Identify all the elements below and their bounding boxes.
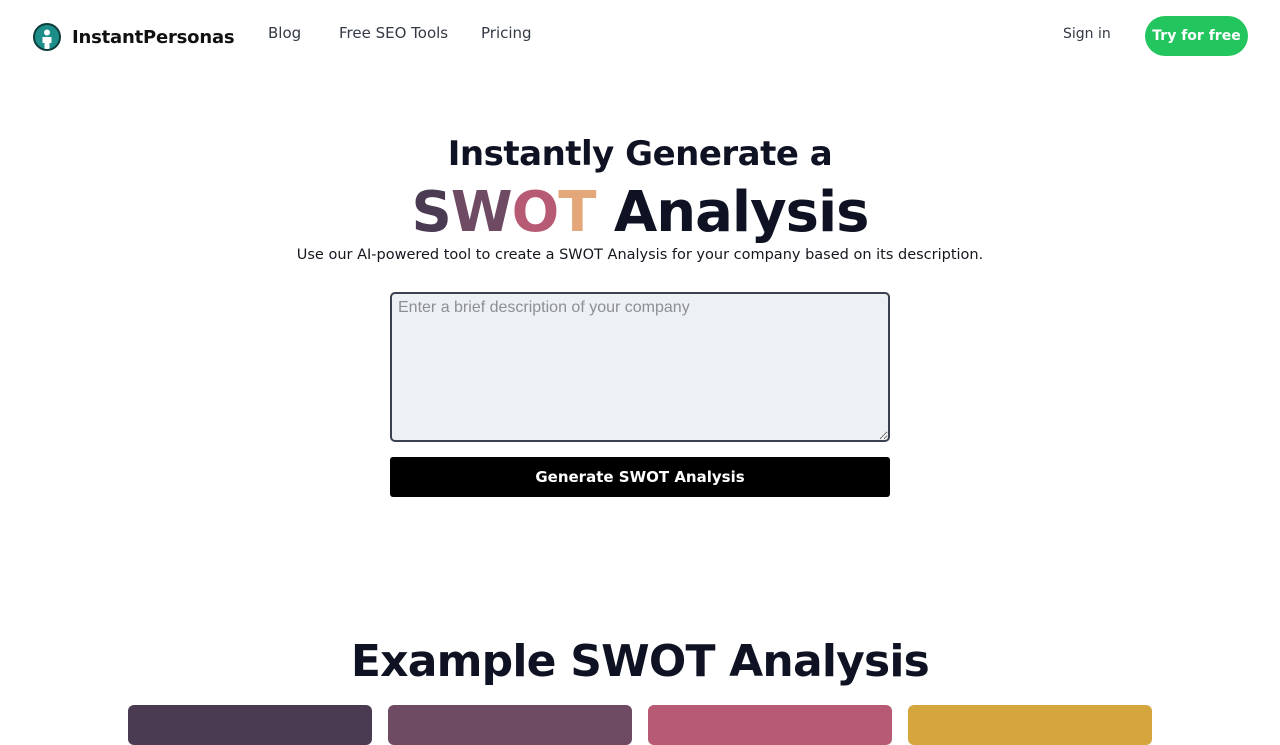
try-for-free-button[interactable]: Try for free	[1145, 16, 1248, 56]
top-nav: InstantPersonas Blog Free SEO Tools Pric…	[0, 0, 1280, 72]
company-description-input[interactable]	[390, 292, 890, 442]
swot-letter-w: W	[450, 180, 513, 245]
generate-swot-button[interactable]: Generate SWOT Analysis	[390, 457, 890, 497]
swot-letter-s: S	[411, 180, 452, 245]
nav-free-seo-tools[interactable]: Free SEO Tools	[339, 24, 448, 42]
hero-subtitle: Use our AI-powered tool to create a SWOT…	[296, 247, 984, 263]
hero-heading-line1: Instantly Generate a	[447, 134, 833, 174]
nav-blog[interactable]: Blog	[268, 24, 301, 42]
brand-name: InstantPersonas	[72, 26, 235, 48]
nav-pricing[interactable]: Pricing	[481, 24, 532, 42]
brand-link[interactable]: InstantPersonas	[33, 22, 235, 52]
swot-card-threats	[908, 705, 1152, 745]
sign-in-link[interactable]: Sign in	[1063, 26, 1111, 42]
swot-card-weaknesses	[388, 705, 632, 745]
hero-heading-analysis: Analysis	[595, 180, 870, 245]
example-section-title: Example SWOT Analysis	[350, 636, 930, 687]
hero-heading-line2: SWOT Analysis	[0, 180, 1280, 245]
swot-letter-o: O	[511, 180, 560, 245]
swot-card-opportunities	[648, 705, 892, 745]
swot-card-strengths	[128, 705, 372, 745]
person-avatar-icon	[33, 23, 61, 51]
swot-letter-t: T	[558, 180, 596, 245]
